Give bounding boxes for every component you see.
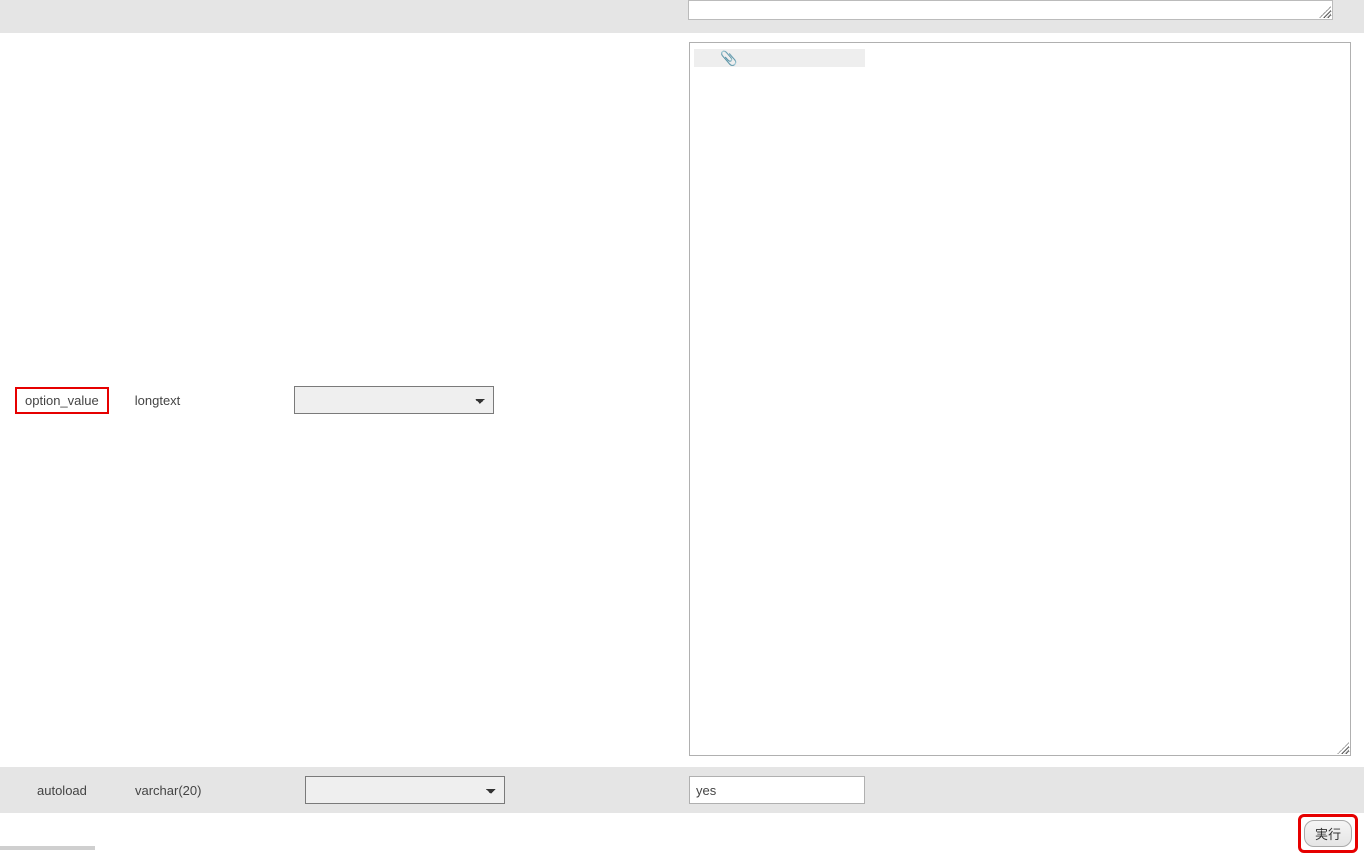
column-value-cell: 📎 (514, 33, 1351, 756)
column-type-option-value: longtext (135, 393, 181, 408)
attachment-icon[interactable]: 📎 (720, 50, 737, 67)
column-type-autoload: varchar(20) (135, 783, 201, 798)
column-function-cell (294, 386, 514, 414)
previous-value-textarea[interactable] (688, 0, 1333, 20)
submit-row: 実行 (0, 813, 1364, 850)
column-value-cell (525, 776, 1351, 804)
column-name-cell: option_value (15, 387, 135, 414)
function-select-option-value[interactable] (294, 386, 494, 414)
value-textarea-option-value[interactable]: 📎 (689, 42, 1351, 756)
resize-handle-icon (1319, 6, 1331, 18)
submit-highlight-box: 実行 (1298, 814, 1358, 853)
function-select-autoload[interactable] (305, 776, 505, 804)
value-input-autoload[interactable] (689, 776, 865, 804)
previous-row-tail (0, 0, 1364, 33)
bottom-bar (0, 846, 95, 850)
column-type-cell: varchar(20) (135, 783, 305, 798)
textarea-toolbar: 📎 (694, 49, 865, 67)
row-autoload: autoload varchar(20) (0, 767, 1364, 813)
column-name-option-value: option_value (15, 387, 109, 414)
column-name-autoload: autoload (37, 783, 87, 798)
column-function-cell (305, 776, 525, 804)
execute-button[interactable]: 実行 (1304, 820, 1352, 847)
resize-handle-icon (1337, 742, 1349, 754)
row-option-value: option_value longtext 📎 (0, 33, 1364, 767)
column-type-cell: longtext (135, 393, 295, 408)
column-name-cell: autoload (37, 783, 135, 798)
